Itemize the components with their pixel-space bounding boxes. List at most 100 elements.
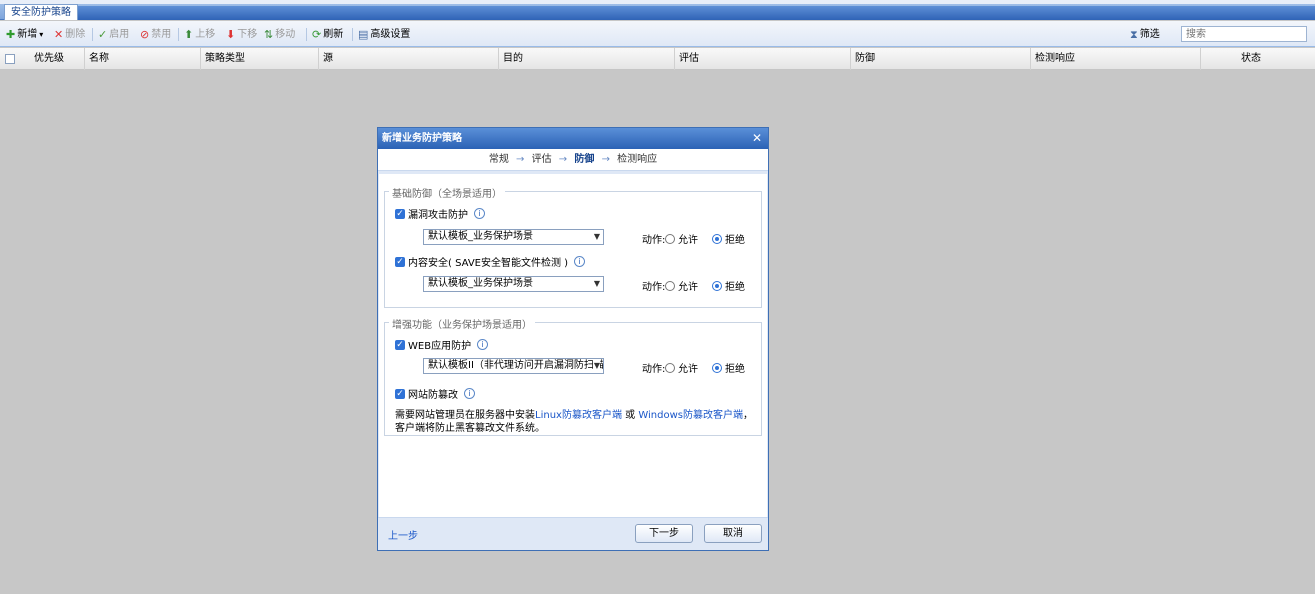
wizard-steps: 常规 → 评估 → 防御 → 检测响应 [378, 149, 768, 171]
chevron-down-icon: ▼ [592, 359, 600, 373]
tamper-description: 需要网站管理员在服务器中安装Linux防篡改客户端 或 Windows防篡改客户… [395, 409, 755, 435]
radio-circle-selected [712, 233, 722, 244]
vuln-protection-option[interactable]: ✓ 漏洞攻击防护 i [395, 206, 485, 221]
filter-icon: ⧗ [1130, 28, 1138, 41]
tab-bar-band [78, 6, 1315, 20]
vuln-action-label: 动作: [642, 235, 666, 246]
enhanced-features-legend: 增强功能（业务保护场景适用） [389, 316, 535, 331]
dialog-footer: 上一步 下一步 取消 [378, 517, 768, 550]
content-deny-label: 拒绝 [725, 282, 745, 293]
refresh-button[interactable]: ⟳ 刷新 [312, 27, 343, 43]
content-security-checkbox[interactable]: ✓ [395, 256, 405, 267]
windows-client-link[interactable]: Windows防篡改客户端 [638, 410, 743, 421]
column-header-defense[interactable]: 防御 [850, 48, 1030, 70]
vuln-allow-radio[interactable]: 允许 [665, 231, 698, 246]
column-header-detection-response[interactable]: 检测响应 [1030, 48, 1200, 70]
waf-deny-radio[interactable]: 拒绝 [712, 360, 745, 375]
chevron-down-icon: ▼ [593, 232, 600, 241]
linux-client-link[interactable]: Linux防篡改客户端 [535, 410, 622, 421]
column-header-name[interactable]: 名称 [84, 48, 200, 70]
toolbar-separator [92, 28, 93, 41]
waf-option[interactable]: ✓ WEB应用防护 i [395, 337, 489, 352]
move-up-button[interactable]: ⬆ 上移 [184, 27, 215, 43]
column-header-evaluation[interactable]: 评估 [674, 48, 850, 70]
content-security-label: 内容安全( SAVE安全智能文件检测 ) [408, 258, 569, 269]
arrow-right-icon: → [601, 154, 610, 165]
move-label: 移动 [275, 29, 296, 40]
waf-allow-label: 允许 [678, 364, 698, 375]
content-template-select[interactable]: 默认模板_业务保护场景 ▼ [423, 276, 604, 292]
arrow-right-icon: → [558, 154, 568, 165]
waf-label: WEB应用防护 [408, 341, 472, 352]
waf-deny-label: 拒绝 [725, 364, 745, 375]
vuln-protection-label: 漏洞攻击防护 [408, 210, 468, 221]
waf-action-label: 动作: [642, 364, 666, 375]
select-all-checkbox[interactable] [5, 54, 15, 64]
info-icon[interactable]: i [474, 208, 485, 219]
content-security-option[interactable]: ✓ 内容安全( SAVE安全智能文件检测 ) i [395, 254, 586, 269]
disable-label: 禁用 [151, 29, 172, 40]
check-icon: ✓ [98, 28, 108, 41]
prev-step-link[interactable]: 上一步 [388, 527, 418, 542]
step-defense: 防御 [574, 154, 595, 165]
tamper-label: 网站防篡改 [408, 390, 458, 401]
tab-bar-topline [0, 0, 1315, 4]
vuln-deny-radio[interactable]: 拒绝 [712, 231, 745, 246]
advanced-settings-label: 高级设置 [370, 29, 411, 40]
info-icon[interactable]: i [464, 388, 475, 399]
vuln-template-value: 默认模板_业务保护场景 [428, 231, 533, 242]
plus-icon: ✚ [6, 28, 16, 41]
grid-header: 优先级 名称 策略类型 源 目的 评估 防御 检测响应 状态 [0, 48, 1315, 70]
dialog-title: 新增业务防护策略 [382, 133, 462, 144]
info-icon[interactable]: i [574, 256, 586, 267]
column-header-policy-type[interactable]: 策略类型 [200, 48, 318, 70]
disable-button[interactable]: ⊘ 禁用 [140, 27, 171, 43]
add-label: 新增 [17, 29, 38, 40]
advanced-settings-button[interactable]: ▤ 高级设置 [358, 27, 410, 43]
vuln-allow-label: 允许 [678, 235, 698, 246]
cancel-button[interactable]: 取消 [704, 524, 762, 543]
toolbar-separator [352, 28, 353, 41]
radio-circle [665, 362, 675, 373]
toolbar-separator [306, 28, 307, 41]
tab-security-policy[interactable]: 安全防护策略 [4, 4, 78, 20]
content-allow-radio[interactable]: 允许 [665, 278, 698, 293]
vuln-template-select[interactable]: 默认模板_业务保护场景 ▼ [423, 229, 604, 245]
arrow-right-icon: → [516, 154, 525, 165]
info-icon[interactable]: i [477, 339, 489, 350]
dialog-title-bar: 新增业务防护策略 ✕ [378, 128, 768, 149]
move-button[interactable]: ⇅ 移动 [264, 27, 295, 43]
ban-icon: ⊘ [140, 28, 150, 41]
content-deny-radio[interactable]: 拒绝 [712, 278, 745, 293]
waf-template-select[interactable]: 默认模板II（非代理访问开启漏洞防扫描 ▼ [423, 358, 604, 374]
vuln-deny-label: 拒绝 [725, 235, 745, 246]
content-action-label: 动作: [642, 282, 666, 293]
move-icon: ⇅ [264, 28, 274, 41]
column-header-priority[interactable]: 优先级 [20, 48, 84, 70]
move-down-button[interactable]: ⬇ 下移 [226, 27, 257, 43]
add-button[interactable]: ✚ 新增 ▾ [6, 27, 43, 43]
enable-button[interactable]: ✓ 启用 [98, 27, 129, 43]
search-input[interactable] [1181, 26, 1307, 42]
filter-button[interactable]: ⧗ 筛选 [1130, 27, 1160, 43]
enable-label: 启用 [109, 29, 130, 40]
toolbar-separator [178, 28, 179, 41]
delete-button[interactable]: ✕ 删除 [54, 27, 85, 43]
delete-label: 删除 [65, 29, 86, 40]
arrow-up-icon: ⬆ [184, 28, 194, 41]
waf-allow-radio[interactable]: 允许 [665, 360, 698, 375]
waf-checkbox[interactable]: ✓ [395, 339, 405, 350]
column-header-status[interactable]: 状态 [1200, 48, 1301, 70]
next-step-button[interactable]: 下一步 [635, 524, 693, 543]
chevron-down-icon: ▼ [593, 279, 600, 288]
enhanced-features-group: 增强功能（业务保护场景适用） ✓ WEB应用防护 i 默认模板II（非代理访问开… [384, 316, 762, 436]
content-template-value: 默认模板_业务保护场景 [428, 278, 533, 289]
refresh-label: 刷新 [323, 29, 344, 40]
tamper-option[interactable]: ✓ 网站防篡改 i [395, 386, 475, 401]
column-header-destination[interactable]: 目的 [498, 48, 674, 70]
column-header-source[interactable]: 源 [318, 48, 498, 70]
vuln-protection-checkbox[interactable]: ✓ [395, 208, 405, 219]
close-icon[interactable]: ✕ [752, 128, 762, 149]
step-general: 常规 [488, 154, 509, 165]
tamper-checkbox[interactable]: ✓ [395, 388, 405, 399]
